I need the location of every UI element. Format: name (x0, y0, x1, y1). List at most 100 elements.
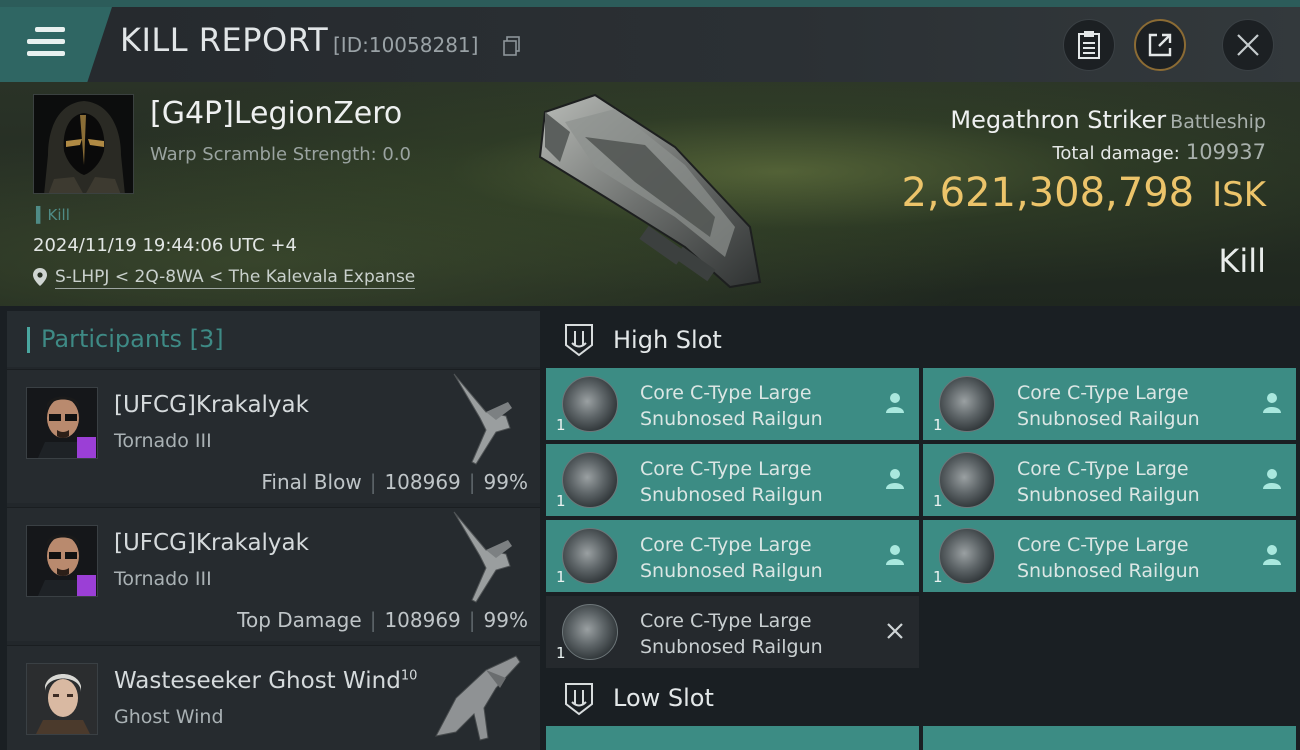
location-link[interactable]: S-LHPJ < 2Q-8WA < The Kalevala Expanse (55, 267, 416, 289)
participants-count: [3] (189, 325, 224, 353)
railgun-icon (562, 452, 618, 508)
railgun-icon (939, 376, 995, 432)
isk-unit: ISK (1212, 175, 1266, 215)
top-accent-line (0, 0, 1300, 7)
destroyed-x-icon (887, 623, 903, 639)
low-slot-icon (565, 683, 593, 716)
ship-class: Battleship (1170, 111, 1266, 133)
location-pin-icon (33, 268, 47, 286)
slot-item[interactable]: 1 Core C-Type Large Snubnosed Railgun (923, 444, 1296, 516)
kill-tag: ▍Kill (36, 206, 70, 224)
participant-card[interactable]: [UFCG]Krakalyak Tornado III Final Blow | 1… (7, 369, 540, 503)
participants-panel: Participants [3] [UFCG]Krakalyak Tornado… (7, 311, 540, 750)
slot-item-qty: 1 (556, 416, 566, 434)
slot-item-partial[interactable] (923, 726, 1296, 750)
slot-item-qty: 1 (556, 492, 566, 510)
close-icon (1237, 34, 1259, 56)
kill-datetime: 2024/11/19 19:44:06 UTC +4 (33, 235, 297, 256)
clipboard-button[interactable] (1063, 19, 1115, 71)
slot-item-name: Core C-Type Large Snubnosed Railgun (640, 534, 823, 582)
slot-item-qty: 1 (933, 568, 943, 586)
clipboard-icon (1078, 31, 1100, 59)
slot-item[interactable]: 1 Core C-Type Large Snubnosed Railgun (923, 368, 1296, 440)
slot-item-name: Core C-Type Large Snubnosed Railgun (640, 382, 823, 430)
high-slot-icon (565, 324, 593, 357)
participant-percent: 99% (483, 608, 528, 632)
total-damage-value: 109937 (1185, 140, 1266, 164)
menu-button[interactable] (0, 7, 112, 82)
isk-value: 2,621,308,798 ISK (901, 170, 1266, 216)
kill-tag-label: Kill (47, 206, 70, 224)
victim-banner: [G4P]LegionZero Warp Scramble Strength: … (0, 82, 1300, 306)
participant-stats: Top Damage | 108969 | 99% (237, 608, 528, 632)
total-damage-label: Total damage: (1052, 143, 1180, 164)
total-damage: Total damage: 109937 (1052, 140, 1266, 164)
participant-ship-image (453, 511, 512, 603)
participant-name[interactable]: [UFCG]Krakalyak (114, 530, 309, 556)
participant-badge (77, 437, 96, 458)
menu-icon (27, 27, 65, 57)
slot-item[interactable]: 1 Core C-Type Large Snubnosed Railgun (546, 368, 919, 440)
share-icon (1148, 33, 1172, 57)
dropped-person-icon (886, 393, 904, 413)
victim-ship-image (538, 93, 762, 289)
kill-report-window: KILL REPORT [ID:10058281] [G4P]LegionZer… (0, 0, 1300, 750)
slot-item-name: Core C-Type Large Snubnosed Railgun (640, 458, 823, 506)
slot-item-name: Core C-Type Large Snubnosed Railgun (1017, 382, 1200, 430)
participant-ship: Tornado III (114, 430, 212, 452)
slot-item[interactable]: 1 Core C-Type Large Snubnosed Railgun (923, 520, 1296, 592)
report-id: [ID:10058281] (333, 33, 479, 57)
participant-ship: Ghost Wind (114, 706, 224, 728)
railgun-icon (939, 452, 995, 508)
copy-icon[interactable] (503, 36, 521, 56)
participant-avatar[interactable] (26, 663, 98, 735)
participants-header: Participants [3] (7, 311, 540, 367)
low-slot-title: Low Slot (613, 684, 714, 712)
isk-amount: 2,621,308,798 (901, 170, 1195, 216)
participants-title: Participants [3] (41, 325, 224, 353)
participant-name[interactable]: Wasteseeker Ghost Wind10 (114, 668, 417, 694)
result-label: Kill (1218, 242, 1266, 280)
slot-item-partial[interactable] (546, 726, 919, 750)
slot-item[interactable]: 1 Core C-Type Large Snubnosed Railgun (546, 520, 919, 592)
participant-badge (77, 575, 96, 596)
victim-ship: Megathron Striker Battleship (950, 106, 1266, 134)
dropped-person-icon (1263, 393, 1281, 413)
warp-scramble-strength: Warp Scramble Strength: 0.0 (150, 144, 412, 165)
header-bar: KILL REPORT [ID:10058281] (0, 7, 1300, 82)
slot-item-name: Core C-Type Large Snubnosed Railgun (1017, 534, 1200, 582)
participant-percent: 99% (483, 470, 528, 494)
victim-portrait[interactable] (33, 94, 134, 194)
participant-card[interactable]: [UFCG]Krakalyak Tornado III Top Damage | 1… (7, 507, 540, 641)
slot-item-name: Core C-Type Large Snubnosed Railgun (1017, 458, 1200, 506)
close-button[interactable] (1222, 19, 1274, 71)
participant-ship-image (453, 373, 512, 465)
dropped-person-icon (886, 469, 904, 489)
dropped-person-icon (1263, 469, 1281, 489)
slot-item[interactable]: 1 Core C-Type Large Snubnosed Railgun (546, 444, 919, 516)
participant-role: Final Blow (261, 470, 362, 494)
slot-item-qty: 1 (556, 644, 566, 662)
participants-title-text: Participants (41, 325, 182, 353)
share-button[interactable] (1134, 19, 1186, 71)
slot-item[interactable]: 1 Core C-Type Large Snubnosed Railgun (546, 596, 919, 668)
slot-item-qty: 1 (556, 568, 566, 586)
participant-name[interactable]: [UFCG]Krakalyak (114, 392, 309, 418)
victim-name[interactable]: [G4P]LegionZero (150, 96, 402, 131)
participant-role: Top Damage (237, 608, 362, 632)
ship-name[interactable]: Megathron Striker (950, 106, 1166, 134)
high-slot-title: High Slot (613, 326, 722, 354)
participants-accent-bar (27, 327, 30, 353)
railgun-icon (562, 376, 618, 432)
page-title: KILL REPORT (120, 21, 329, 59)
participant-ship: Tornado III (114, 568, 212, 590)
participant-card[interactable]: Wasteseeker Ghost Wind10 Ghost Wind (7, 645, 540, 750)
participant-level: 10 (400, 668, 418, 684)
participant-ship-image (435, 655, 521, 741)
dropped-person-icon (886, 545, 904, 565)
participant-damage: 108969 (384, 470, 461, 494)
slot-item-qty: 1 (933, 492, 943, 510)
railgun-icon (939, 528, 995, 584)
participant-name-text: Wasteseeker Ghost Wind (114, 668, 401, 694)
slot-item-qty: 1 (933, 416, 943, 434)
